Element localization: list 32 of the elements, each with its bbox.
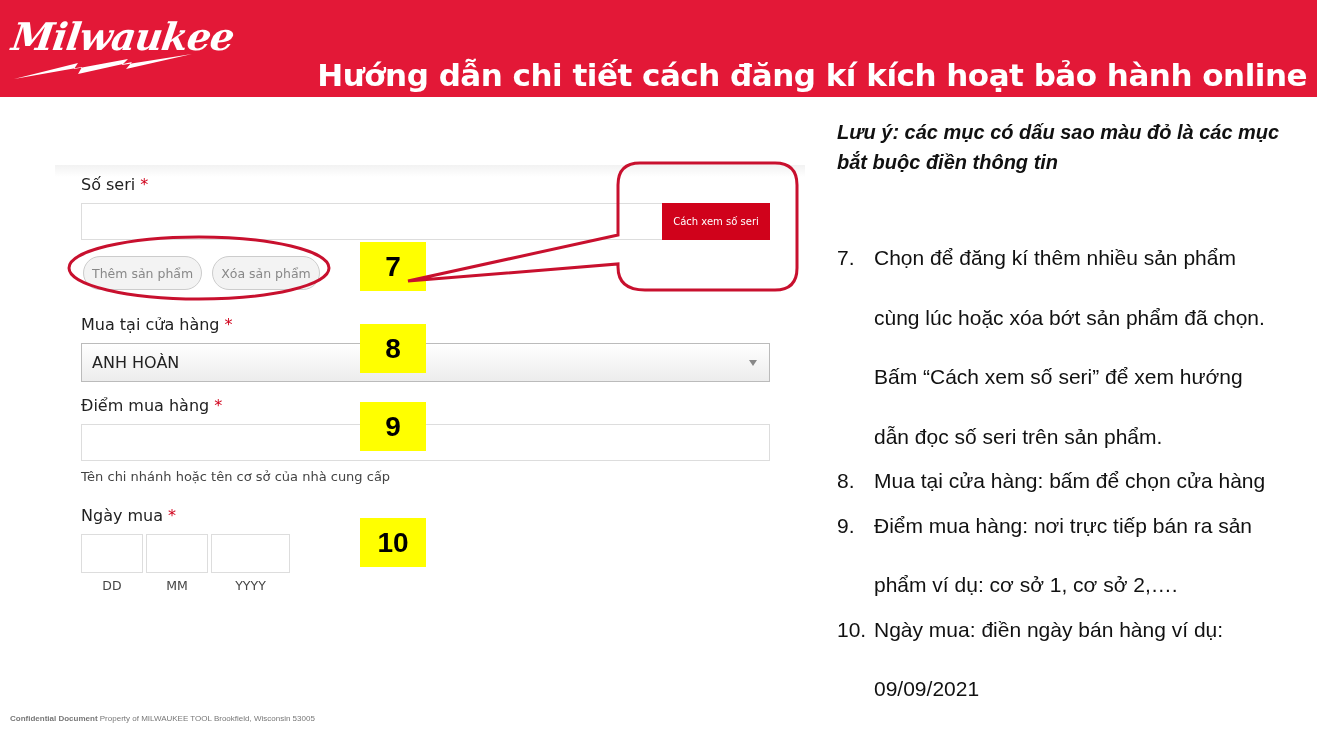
step-text: Chọn để đăng kí thêm nhiều sản phẩm cùng lúc hoặc xóa bớt sản phẩm đã chọn. Bấm “Cách xem số seri” để xem hướng dẫn đọc số seri trên sản phẩm. [874, 245, 1266, 450]
field-label: Số seri * [81, 175, 150, 196]
field-label: Ngày mua * [81, 506, 178, 527]
field-label: Mua tại cửa hàng * [81, 315, 234, 336]
caret-icon [749, 359, 757, 366]
serial-help-button[interactable]: Cách xem số seri [662, 203, 770, 240]
date-part-label: YYYY [235, 578, 266, 593]
step-marker: 10 [360, 518, 426, 567]
step-number: 9. [837, 512, 856, 539]
date-part-label: DD [102, 578, 122, 593]
step-marker: 8 [360, 324, 426, 373]
page-title: Hướng dẫn chi tiết cách đăng kí kích hoạt bảo hành online [317, 57, 1307, 93]
date-input-field[interactable] [211, 534, 290, 573]
product-action-button[interactable]: Thêm sản phẩm [83, 256, 203, 290]
field-label: Điểm mua hàng * [81, 396, 224, 417]
product-action-button[interactable]: Xóa sản phẩm [212, 256, 320, 290]
help-text: Tên chi nhánh hoặc tên cơ sở của nhà cung cấp [81, 469, 392, 484]
note-text: Lưu ý: các mục có dấu sao màu đỏ là các mục bắt buộc điền thông tin [837, 120, 1281, 175]
footer-text: Confidential Document Property of MILWAUKEE TOOL Brookfield, Wisconsin 53005 [10, 714, 315, 723]
serial-input-field[interactable]: Cách xem số seri [81, 203, 770, 240]
step-number: 10. [837, 616, 868, 643]
step-marker: 9 [360, 402, 426, 451]
date-input-field[interactable] [146, 534, 208, 573]
step-number: 8. [837, 468, 856, 494]
step-number: 7. [837, 245, 856, 271]
step-text: Mua tại cửa hàng: bấm để chọn cửa hàng [874, 468, 1267, 494]
date-part-label: MM [166, 578, 188, 593]
date-input-field[interactable] [81, 534, 143, 573]
brand-logo: Milwaukee [9, 17, 237, 56]
step-text: Ngày mua: điền ngày bán hàng ví dụ: 09/09/2021 [874, 616, 1225, 702]
step-marker: 7 [360, 242, 426, 291]
step-text: Điểm mua hàng: nơi trực tiếp bán ra sản phẩm ví dụ: cơ sở 1, cơ sở 2,…. [874, 512, 1253, 598]
